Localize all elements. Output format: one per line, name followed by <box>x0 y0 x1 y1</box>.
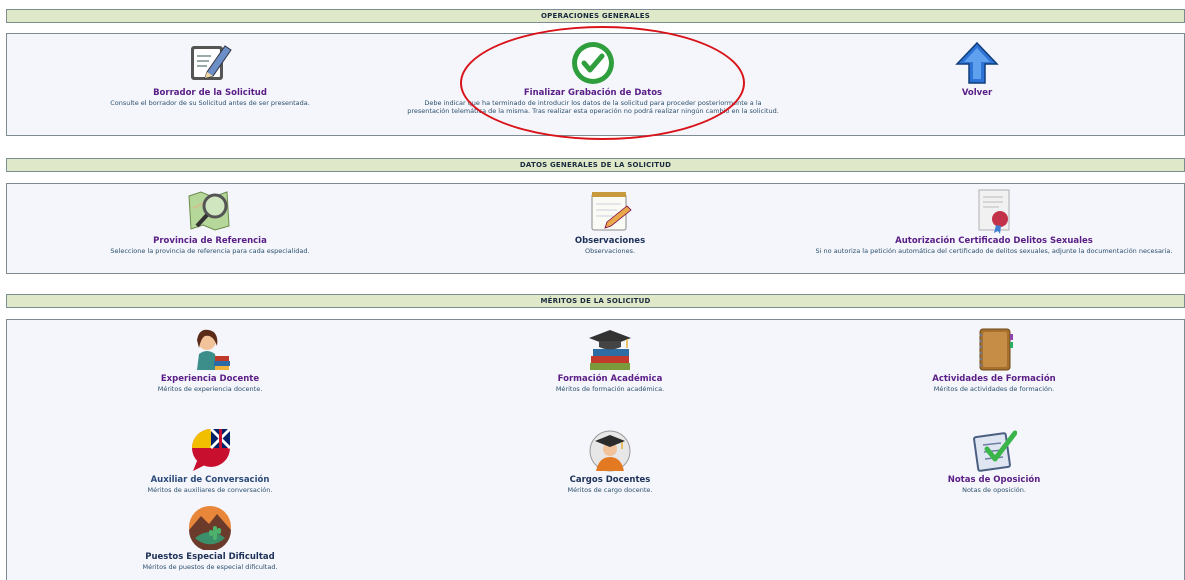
item-formacion-academica[interactable]: Formación Académica Méritos de formación… <box>420 326 800 393</box>
actividades-link[interactable]: Actividades de Formación <box>804 374 1184 384</box>
experiencia-desc: Méritos de experiencia docente. <box>157 385 263 393</box>
books-cap-icon <box>589 330 631 370</box>
auxiliar-link[interactable]: Auxiliar de Conversación <box>20 475 400 485</box>
formacion-academica-link[interactable]: Formación Académica <box>420 374 800 384</box>
item-auxiliar[interactable]: Auxiliar de Conversación Méritos de auxi… <box>20 427 400 494</box>
certificate-seal-icon <box>978 189 1010 234</box>
map-magnifier-icon <box>188 191 230 231</box>
item-finalizar[interactable]: Finalizar Grabación de Datos Debe indica… <box>403 40 783 115</box>
item-volver[interactable]: Volver <box>787 40 1167 98</box>
actividades-desc: Méritos de actividades de formación. <box>933 385 1055 393</box>
provincia-desc: Seleccione la provincia de referencia pa… <box>110 247 310 255</box>
graduate-icon <box>589 430 631 472</box>
notepad-pencil-icon <box>591 192 632 231</box>
item-autorizacion[interactable]: Autorización Certificado Delitos Sexuale… <box>804 188 1184 255</box>
checkmark-circle-icon <box>572 42 614 84</box>
up-arrow-icon <box>955 41 999 84</box>
cargos-link[interactable]: Cargos Docentes <box>420 475 800 485</box>
teacher-icon <box>197 329 230 370</box>
autorizacion-link[interactable]: Autorización Certificado Delitos Sexuale… <box>804 236 1184 246</box>
item-actividades[interactable]: Actividades de Formación Méritos de acti… <box>804 326 1184 393</box>
borrador-desc: Consulte el borrador de su Solicitud ant… <box>110 99 310 107</box>
notas-link[interactable]: Notas de Oposición <box>804 475 1184 485</box>
finalizar-link[interactable]: Finalizar Grabación de Datos <box>403 88 783 98</box>
item-notas[interactable]: Notas de Oposición Notas de oposición. <box>804 427 1184 494</box>
observaciones-desc: Observaciones. <box>584 247 636 255</box>
item-observaciones[interactable]: Observaciones Observaciones. <box>420 188 800 255</box>
puestos-link[interactable]: Puestos Especial Dificultad <box>20 552 400 562</box>
item-provincia[interactable]: Provincia de Referencia Seleccione la pr… <box>20 188 400 255</box>
item-borrador[interactable]: Borrador de la Solicitud Consulte el bor… <box>20 40 400 107</box>
panel-operaciones: Borrador de la Solicitud Consulte el bor… <box>6 33 1185 136</box>
mountain-cactus-icon <box>189 506 231 550</box>
item-cargos[interactable]: Cargos Docentes Méritos de cargo docente… <box>420 427 800 494</box>
panel-datos: Provincia de Referencia Seleccione la pr… <box>6 183 1185 274</box>
finalizar-desc: Debe indicar que ha terminado de introdu… <box>407 99 779 115</box>
section-header-datos: DATOS GENERALES DE LA SOLICITUD <box>6 158 1185 172</box>
language-flags-icon <box>192 427 232 471</box>
volver-link[interactable]: Volver <box>787 88 1167 98</box>
borrador-link[interactable]: Borrador de la Solicitud <box>20 88 400 98</box>
provincia-link[interactable]: Provincia de Referencia <box>20 236 400 246</box>
section-header-operaciones: OPERACIONES GENERALES <box>6 9 1185 23</box>
notebook-icon <box>979 328 1013 371</box>
edit-document-icon <box>191 45 232 80</box>
item-puestos[interactable]: Puestos Especial Dificultad Méritos de p… <box>20 504 400 571</box>
experiencia-link[interactable]: Experiencia Docente <box>20 374 400 384</box>
panel-meritos: Experiencia Docente Méritos de experienc… <box>6 319 1185 580</box>
formacion-academica-desc: Méritos de formación académica. <box>555 385 665 393</box>
section-header-meritos: MÉRITOS DE LA SOLICITUD <box>6 294 1185 308</box>
cargos-desc: Méritos de cargo docente. <box>567 486 653 494</box>
auxiliar-desc: Méritos de auxiliares de conversación. <box>147 486 273 494</box>
observaciones-link[interactable]: Observaciones <box>420 236 800 246</box>
autorizacion-desc: Si no autoriza la petición automática de… <box>815 247 1173 255</box>
notas-desc: Notas de oposición. <box>962 486 1026 494</box>
puestos-desc: Méritos de puestos de especial dificulta… <box>142 563 278 571</box>
item-experiencia[interactable]: Experiencia Docente Méritos de experienc… <box>20 326 400 393</box>
checklist-icon <box>973 430 1017 472</box>
